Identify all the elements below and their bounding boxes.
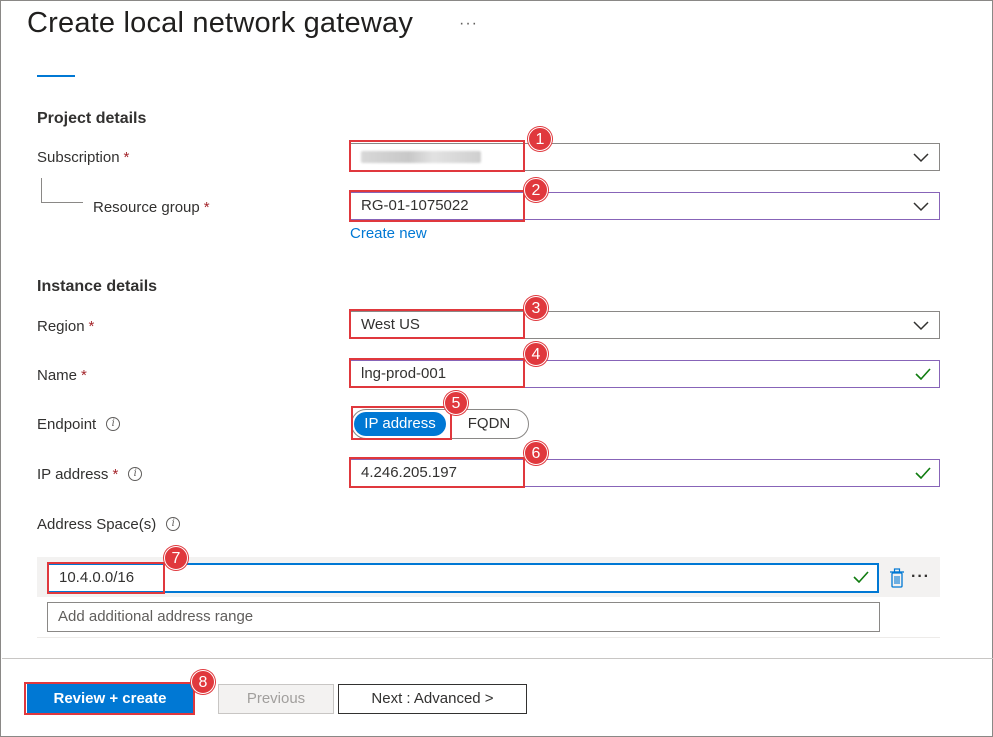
callout-badge-6: 6 [524, 441, 548, 465]
callout-badge-1: 1 [528, 127, 552, 151]
create-new-link[interactable]: Create new [350, 225, 427, 242]
more-options-button[interactable]: ··· [459, 15, 478, 33]
project-details-heading: Project details [37, 110, 147, 127]
previous-button[interactable]: Previous [218, 684, 334, 714]
instance-details-heading: Instance details [37, 278, 158, 295]
info-icon[interactable]: i [106, 417, 121, 432]
create-local-network-gateway-blade: Create local network gateway ··· Project… [0, 0, 993, 737]
footer-divider [2, 658, 993, 659]
checkmark-icon [915, 467, 931, 479]
redacted-subscription-value [361, 151, 481, 164]
callout-badge-4: 4 [524, 342, 548, 366]
ip-address-input[interactable]: 4.246.205.197 [349, 459, 940, 487]
checkmark-icon [853, 571, 869, 583]
required-mark: * [112, 466, 119, 483]
page-title: Create local network gateway [27, 7, 414, 39]
chevron-down-icon [913, 321, 929, 331]
name-input[interactable]: lng-prod-001 [349, 360, 940, 388]
resource-group-label: Resource group * [93, 199, 210, 216]
checkmark-icon [915, 368, 931, 380]
info-icon[interactable]: i [166, 517, 181, 532]
tree-connector-line [41, 202, 83, 203]
required-mark: * [88, 318, 95, 335]
endpoint-option-fqdn[interactable]: FQDN [452, 412, 526, 436]
trash-icon[interactable] [889, 568, 905, 588]
callout-badge-5: 5 [444, 391, 468, 415]
required-mark: * [123, 149, 130, 166]
resource-group-dropdown[interactable]: RG-01-1075022 [349, 192, 940, 220]
endpoint-option-ip-address[interactable]: IP address [354, 412, 446, 436]
name-label: Name * [37, 367, 87, 384]
callout-badge-3: 3 [524, 296, 548, 320]
subscription-dropdown[interactable] [349, 143, 940, 171]
address-space-label: Address Space(s) i [37, 516, 181, 533]
add-address-range-input[interactable]: Add additional address range [47, 602, 880, 632]
chevron-down-icon [913, 153, 929, 163]
endpoint-toggle[interactable]: IP address FQDN [351, 409, 529, 439]
review-create-button[interactable]: Review + create [27, 684, 193, 714]
callout-badge-8: 8 [191, 670, 215, 694]
region-dropdown[interactable]: West US [349, 311, 940, 339]
info-icon[interactable]: i [128, 467, 143, 482]
endpoint-label: Endpoint i [37, 416, 121, 433]
chevron-down-icon [913, 202, 929, 212]
next-advanced-button[interactable]: Next : Advanced > [338, 684, 527, 714]
tree-connector-line [41, 178, 42, 202]
required-mark: * [203, 199, 210, 216]
ip-address-label: IP address * i [37, 466, 143, 483]
callout-badge-2: 2 [524, 178, 548, 202]
active-tab-indicator [37, 75, 75, 77]
more-icon[interactable]: ··· [911, 568, 930, 586]
subscription-label: Subscription * [37, 149, 130, 166]
divider [37, 637, 940, 638]
region-label: Region * [37, 318, 95, 335]
required-mark: * [81, 367, 87, 384]
callout-badge-7: 7 [164, 546, 188, 570]
